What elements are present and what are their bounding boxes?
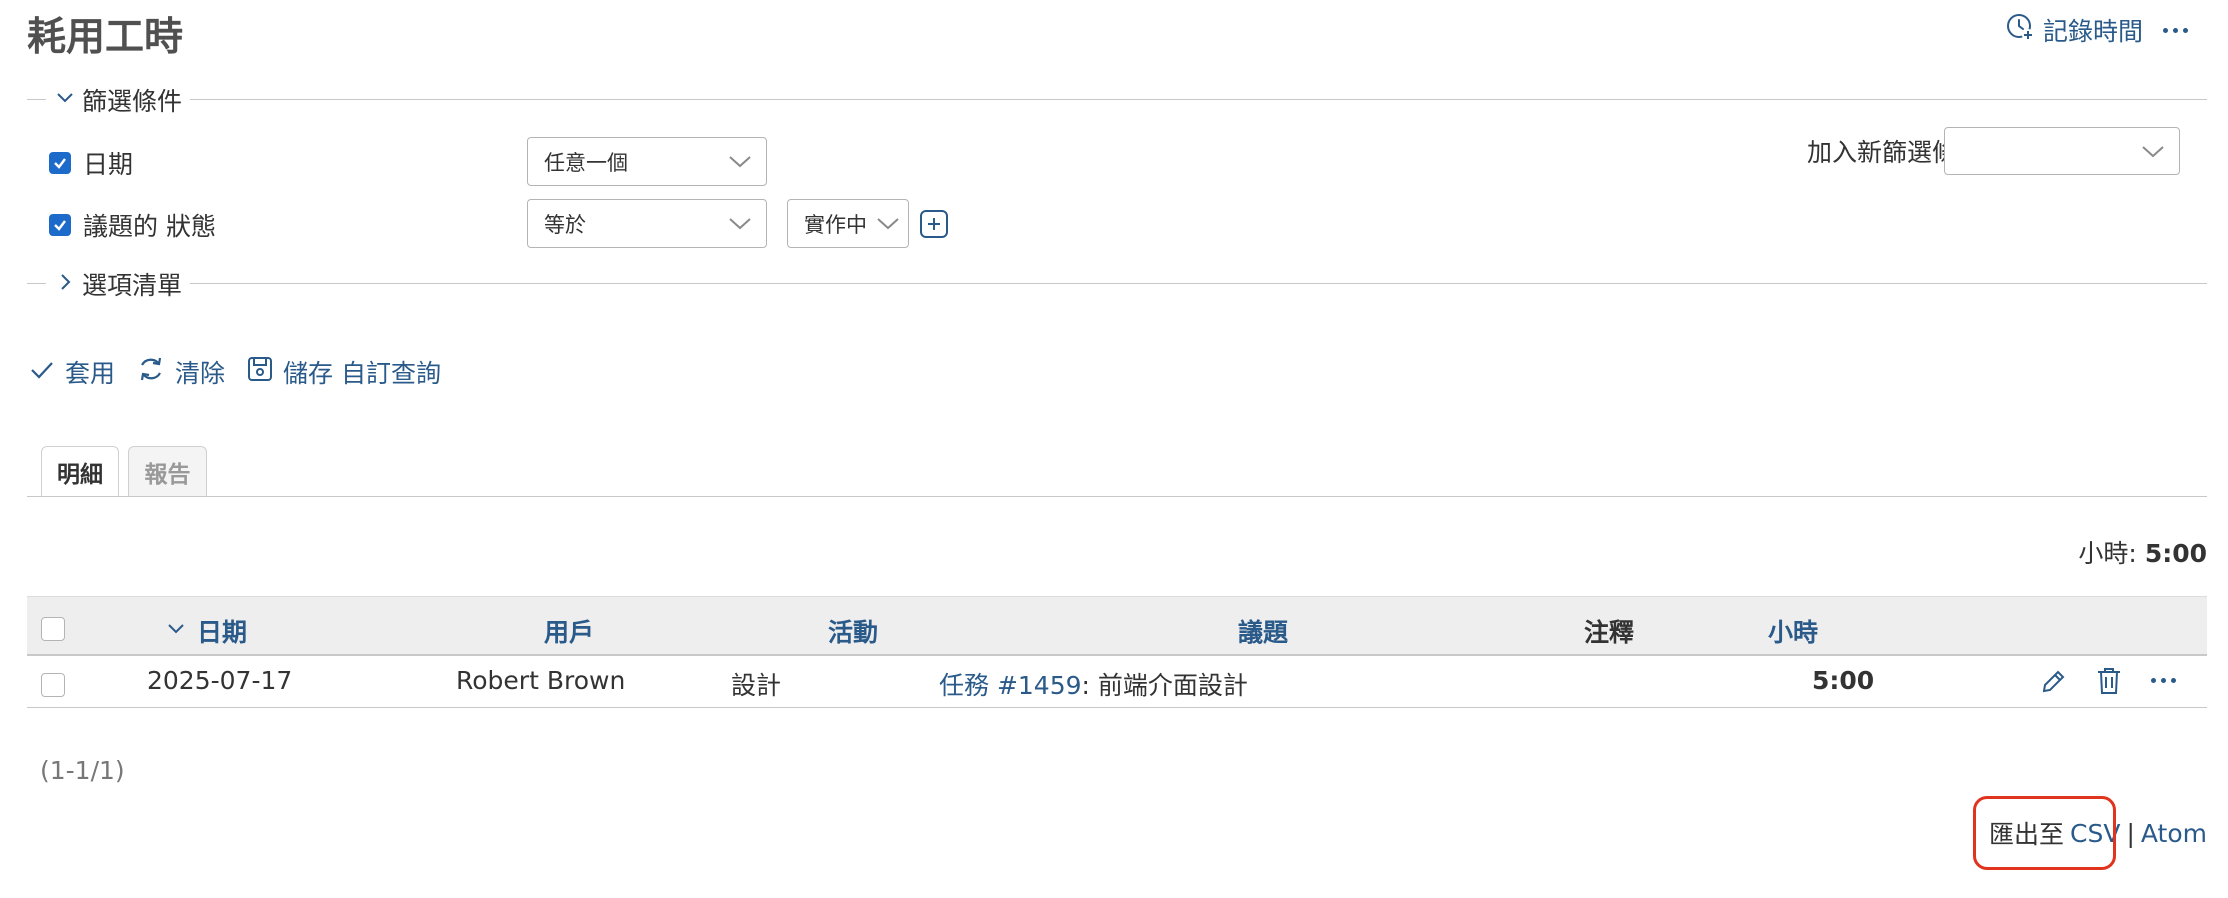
issue-status-operator-select[interactable]: 等於: [527, 199, 767, 248]
options-legend-label: 選項清單: [82, 271, 183, 300]
chevron-down-icon: [2141, 142, 2165, 167]
sort-chevron-down-icon: [165, 617, 187, 646]
date-filter-checkbox[interactable]: [49, 152, 71, 174]
column-header-date-label: 日期: [197, 618, 248, 647]
issue-status-value: 實作中: [804, 212, 867, 237]
chevron-down-icon: [54, 86, 76, 115]
issue-status-filter-checkbox[interactable]: [49, 214, 71, 236]
apply-button[interactable]: 套用: [29, 354, 115, 390]
row-date: 2025-07-17: [147, 666, 293, 695]
row-issue-link[interactable]: 任務 #1459: [939, 671, 1082, 700]
export-atom-link[interactable]: Atom: [2141, 819, 2207, 848]
chevron-right-icon: [54, 270, 76, 299]
log-time-link[interactable]: 記錄時間: [2005, 12, 2143, 48]
issue-status-filter-label: 議題的 狀態: [83, 212, 216, 241]
save-query-button[interactable]: 儲存 自訂查詢: [247, 354, 441, 390]
log-time-label: 記錄時間: [2042, 17, 2143, 46]
date-operator-select[interactable]: 任意一個: [527, 137, 767, 186]
column-header-activity[interactable]: 活動: [828, 613, 878, 649]
page-title: 耗用工時: [27, 15, 184, 60]
issue-status-value-select[interactable]: 實作中: [787, 199, 909, 248]
row-issue: 任務 #1459: 前端介面設計: [939, 666, 1248, 702]
table-header: 日期 用戶 活動 議題 注釋 小時: [27, 596, 2207, 656]
options-legend[interactable]: 選項清單: [46, 266, 191, 302]
header-actions: 記錄時間: [2005, 12, 2194, 48]
pagination-info: (1-1/1): [40, 756, 125, 785]
column-header-issue[interactable]: 議題: [1238, 613, 1288, 649]
tab-details[interactable]: 明細: [41, 446, 119, 496]
check-icon: [29, 358, 55, 387]
highlight-box: [1973, 796, 2116, 870]
row-issue-title: : 前端介面設計: [1081, 671, 1248, 700]
options-fieldset-border: [27, 283, 2207, 284]
apply-label: 套用: [65, 359, 116, 388]
save-query-label: 儲存 自訂查詢: [283, 359, 441, 388]
total-hours: 小時: 5:00: [2078, 534, 2207, 570]
clock-plus-icon: [2005, 12, 2035, 48]
filters-legend-label: 篩選條件: [82, 87, 183, 116]
export-separator: |: [2126, 818, 2135, 848]
chevron-down-icon: [728, 152, 752, 177]
query-actions: 套用 清除 儲存 自訂查詢: [29, 354, 441, 390]
refresh-icon: [137, 355, 165, 389]
clear-button[interactable]: 清除: [137, 354, 225, 390]
chevron-down-icon: [728, 214, 752, 239]
date-filter-label: 日期: [83, 150, 134, 179]
filter-row-issue-status: 議題的 狀態: [49, 207, 216, 243]
total-hours-value: 5:00: [2144, 539, 2207, 568]
filter-row-date: 日期: [49, 145, 133, 181]
column-header-user[interactable]: 用戶: [544, 613, 594, 649]
row-hours: 5:00: [1812, 666, 1875, 695]
row-user-link[interactable]: Robert Brown: [456, 666, 625, 695]
more-menu-icon[interactable]: [2157, 27, 2194, 33]
column-header-date[interactable]: 日期: [165, 613, 247, 649]
add-value-button[interactable]: [920, 210, 948, 238]
total-hours-label: 小時:: [2078, 539, 2137, 568]
filters-legend[interactable]: 篩選條件: [46, 82, 191, 118]
add-filter-select[interactable]: [1944, 127, 2180, 175]
row-activity: 設計: [731, 671, 782, 700]
column-header-comment: 注釋: [1584, 618, 1635, 647]
date-operator-value: 任意一個: [544, 150, 628, 175]
tab-report[interactable]: 報告: [128, 446, 207, 496]
delete-trash-icon[interactable]: [2095, 666, 2123, 700]
chevron-down-icon: [876, 214, 900, 239]
edit-pencil-icon[interactable]: [2039, 668, 2067, 700]
row-checkbox[interactable]: [41, 673, 65, 697]
column-header-hours[interactable]: 小時: [1768, 613, 1818, 649]
clear-label: 清除: [175, 359, 226, 388]
filters-fieldset-border: [27, 99, 2207, 100]
save-icon: [247, 355, 273, 389]
select-all-checkbox[interactable]: [41, 617, 65, 641]
issue-status-operator-value: 等於: [544, 212, 586, 237]
table-row: 2025-07-17 Robert Brown 設計 任務 #1459: 前端介…: [27, 656, 2207, 708]
row-more-menu-icon[interactable]: [2145, 678, 2182, 683]
tabs-divider: [27, 496, 2207, 497]
